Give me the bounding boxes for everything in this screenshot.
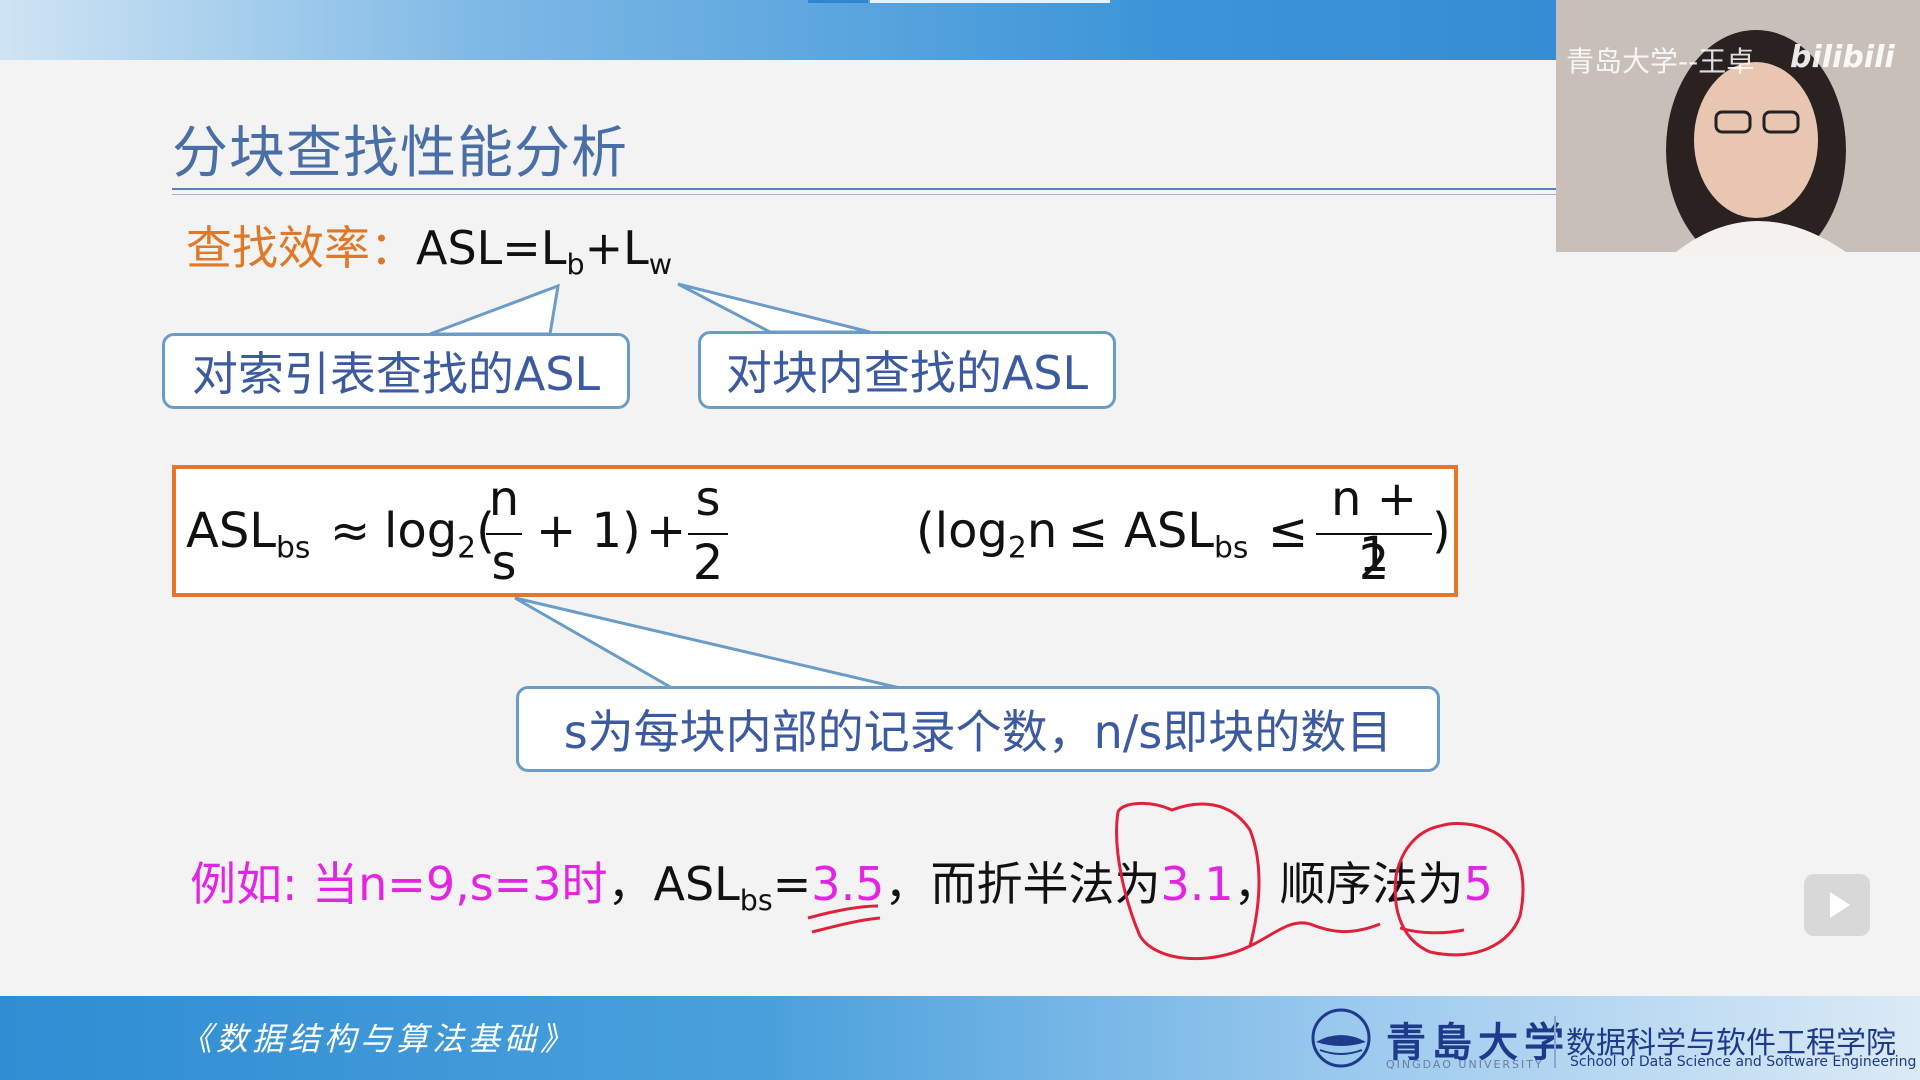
circle-binary [1115, 802, 1261, 961]
webcam-caption: 青岛大学--王卓 [1566, 45, 1755, 78]
university-seal-icon [1311, 1008, 1371, 1068]
underline-stroke-1 [807, 904, 879, 920]
play-icon[interactable] [1804, 874, 1870, 936]
footer-divider [1554, 1016, 1556, 1068]
school-name-en: School of Data Science and Software Engi… [1570, 1054, 1917, 1070]
webcam-overlay: 青岛大学--王卓 bilibili [1556, 0, 1920, 252]
connector-stroke [1249, 921, 1381, 948]
inner-stroke [1399, 926, 1465, 935]
circle-sequential [1393, 822, 1525, 957]
university-name-en: QINGDAO UNIVERSITY [1386, 1058, 1544, 1071]
bilibili-logo: bilibili [1790, 40, 1895, 75]
presenter-video [1556, 0, 1920, 252]
course-title: 《数据结构与算法基础》 [180, 1020, 577, 1058]
underline-stroke-2 [811, 916, 881, 934]
